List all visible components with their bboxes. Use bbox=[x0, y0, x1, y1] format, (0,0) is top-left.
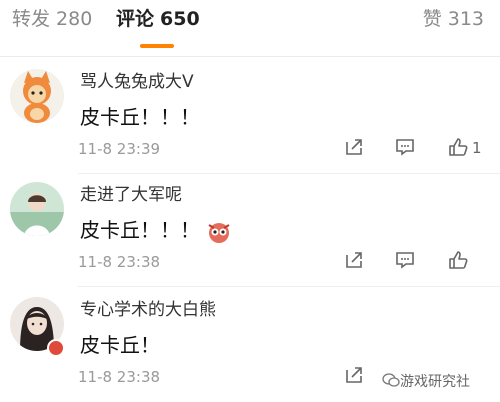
share-button[interactable] bbox=[343, 364, 369, 390]
tab-comments[interactable]: 评论 650 bbox=[116, 6, 200, 32]
comment-text: 皮卡丘！！！ bbox=[80, 105, 200, 129]
share-icon bbox=[346, 139, 362, 155]
wechat-icon bbox=[382, 371, 400, 389]
tab-likes[interactable]: 赞 313 bbox=[423, 6, 484, 32]
tab-likes-label: 赞 bbox=[422, 8, 442, 30]
avatar[interactable] bbox=[10, 182, 64, 236]
tab-likes-count: 313 bbox=[447, 8, 484, 30]
comment-time: 11-8 23:38 bbox=[78, 253, 161, 271]
share-button[interactable] bbox=[343, 136, 369, 162]
comment-username[interactable]: 专心学术的大白熊 bbox=[80, 295, 216, 320]
comment-item: 走进了大军呢 皮卡丘！！！ 11-8 23:38 bbox=[0, 172, 500, 287]
comment-item: 骂人兔兔成大V 皮卡丘！！！ 11-8 23:39 1 bbox=[0, 59, 500, 174]
tab-comments-count: 650 bbox=[160, 8, 200, 30]
comment-time: 11-8 23:38 bbox=[78, 368, 161, 386]
share-button[interactable] bbox=[343, 249, 369, 275]
avatar[interactable] bbox=[10, 69, 64, 123]
comment-text: 皮卡丘！！！ bbox=[80, 214, 232, 245]
comment-icon bbox=[396, 252, 414, 269]
comment-icon bbox=[396, 139, 414, 156]
like-button[interactable] bbox=[447, 136, 473, 162]
tab-repost[interactable]: 转发 280 bbox=[12, 6, 92, 32]
thumbs-up-icon bbox=[449, 251, 468, 269]
tab-repost-count: 280 bbox=[56, 8, 93, 30]
comment-text: 皮卡丘！ bbox=[80, 333, 160, 357]
comment-time: 11-8 23:39 bbox=[78, 140, 161, 158]
comment-tabs: 转发 280 评论 650 赞 313 bbox=[0, 0, 500, 57]
tab-comments-label: 评论 bbox=[116, 8, 155, 30]
reply-button[interactable] bbox=[394, 136, 420, 162]
watermark: 游戏研究社 bbox=[400, 374, 470, 390]
emoji-icon bbox=[206, 219, 232, 245]
share-icon bbox=[346, 367, 362, 383]
active-tab-indicator bbox=[140, 44, 174, 48]
share-icon bbox=[346, 252, 362, 268]
thumbs-up-icon bbox=[449, 138, 468, 156]
comment-username[interactable]: 骂人兔兔成大V bbox=[80, 67, 194, 92]
like-button[interactable] bbox=[447, 249, 473, 275]
badge-icon bbox=[47, 339, 65, 357]
divider bbox=[0, 56, 500, 57]
comment-username[interactable]: 走进了大军呢 bbox=[80, 180, 182, 205]
reply-button[interactable] bbox=[394, 249, 420, 275]
tab-repost-label: 转发 bbox=[12, 8, 51, 30]
like-count: 1 bbox=[472, 139, 482, 157]
comment-text-body: 皮卡丘！！！ bbox=[80, 218, 200, 242]
